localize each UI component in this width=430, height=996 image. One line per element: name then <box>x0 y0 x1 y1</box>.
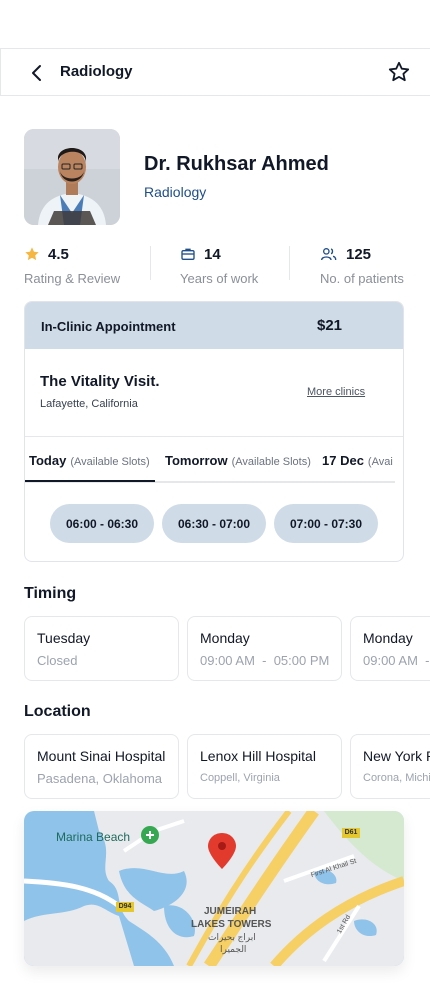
map-pin-icon <box>208 833 236 869</box>
more-clinics-link[interactable]: More clinics <box>307 386 365 398</box>
timing-hours: Closed <box>37 653 78 668</box>
tab-note: (Available Slots) <box>231 456 311 468</box>
timing-hours: 09:00 AM - 05:00 PM <box>200 653 330 668</box>
briefcase-icon <box>181 248 195 260</box>
location-map[interactable]: Marina Beach JUMEIRAH LAKES TOWERS ابراج… <box>24 811 404 966</box>
timing-card[interactable]: Monday 09:00 AM - 05:00 PM <box>187 616 342 681</box>
clinic-info: The Vitality Visit. Lafayette, Californi… <box>25 349 403 437</box>
stat-divider <box>150 246 151 280</box>
location-heading: Location <box>24 703 91 720</box>
map-label-beach: Marina Beach <box>56 830 131 844</box>
stat-years: 14 Years of work <box>180 244 259 287</box>
location-name: Mount Sinai Hospital <box>37 748 166 764</box>
location-card[interactable]: Lenox Hill Hospital Coppell, Virginia <box>187 734 342 799</box>
location-card[interactable]: Mount Sinai Hospital Pasadena, Oklahoma <box>24 734 179 799</box>
tab-tomorrow[interactable]: Tomorrow (Available Slots) <box>165 453 311 468</box>
tab-day-label: Today <box>29 453 67 468</box>
rating-value: 4.5 <box>48 245 69 263</box>
chevron-left-icon[interactable] <box>25 61 49 85</box>
stat-rating: 4.5 Rating & Review <box>24 244 121 287</box>
tab-17-dec[interactable]: 17 Dec (Avai <box>322 453 393 468</box>
day-tabs: Today (Available Slots) Tomorrow (Availabl… <box>25 437 403 483</box>
stat-patients: 125 No. of patients <box>320 244 404 287</box>
timing-day: Monday <box>363 630 413 646</box>
patients-label: No. of patients <box>320 271 404 286</box>
tab-note: (Avai <box>367 456 393 468</box>
map-road-badge: D94 <box>118 903 132 910</box>
time-slot[interactable]: 06:30 - 07:00 <box>162 504 266 543</box>
time-slot[interactable]: 06:00 - 06:30 <box>50 504 154 543</box>
timing-card[interactable]: Tuesday Closed <box>24 616 179 681</box>
timing-day: Monday <box>200 630 250 646</box>
location-place: Coppell, Virginia <box>200 772 280 784</box>
star-outline-icon[interactable] <box>387 60 411 84</box>
doctor-specialty: Radiology <box>144 184 207 200</box>
active-tab-indicator <box>25 480 155 482</box>
location-name: Lenox Hill Hospital <box>200 748 316 764</box>
timing-card[interactable]: Monday 09:00 AM - <box>350 616 430 681</box>
map-label-towers: JUMEIRAH <box>204 906 257 917</box>
top-app-bar: Radiology <box>0 48 430 96</box>
appointment-type: In-Clinic Appointment <box>41 319 176 334</box>
star-icon <box>25 247 39 261</box>
patients-value: 125 <box>346 245 372 263</box>
map-label-arabic: الجميرا <box>220 944 247 954</box>
years-label: Years of work <box>180 271 259 286</box>
map-label-towers: LAKES TOWERS <box>191 919 272 930</box>
tab-today[interactable]: Today (Available Slots) <box>29 453 150 468</box>
doctor-name: Dr. Rukhsar Ahmed <box>144 153 329 175</box>
appointment-price: $21 <box>317 317 343 334</box>
years-value: 14 <box>204 245 221 263</box>
timing-day: Tuesday <box>37 630 91 646</box>
appointment-card: In-Clinic Appointment $21 The Vitality V… <box>24 301 404 562</box>
timing-hours: 09:00 AM - <box>363 653 430 668</box>
tab-note: (Available Slots) <box>70 456 150 468</box>
location-place: Corona, Michig <box>363 772 430 784</box>
timing-heading: Timing <box>24 585 77 602</box>
users-icon <box>321 248 337 261</box>
doctor-avatar <box>24 129 120 225</box>
map-road-badge: D61 <box>344 829 358 836</box>
location-card[interactable]: New York P Corona, Michig <box>350 734 430 799</box>
location-name: New York P <box>363 748 430 764</box>
appointment-header: In-Clinic Appointment $21 <box>25 302 403 349</box>
location-place: Pasadena, Oklahoma <box>37 771 163 786</box>
clinic-address: Lafayette, California <box>40 398 138 410</box>
tab-day-label: Tomorrow <box>165 453 228 468</box>
time-slot[interactable]: 07:00 - 07:30 <box>274 504 378 543</box>
page-title: Radiology <box>60 63 133 80</box>
clinic-name: The Vitality Visit. <box>40 373 160 390</box>
map-label-arabic: ابراج بحيرات <box>208 932 256 942</box>
stat-divider <box>289 246 290 280</box>
tab-day-label: 17 Dec <box>322 453 364 468</box>
rating-label: Rating & Review <box>24 271 121 286</box>
